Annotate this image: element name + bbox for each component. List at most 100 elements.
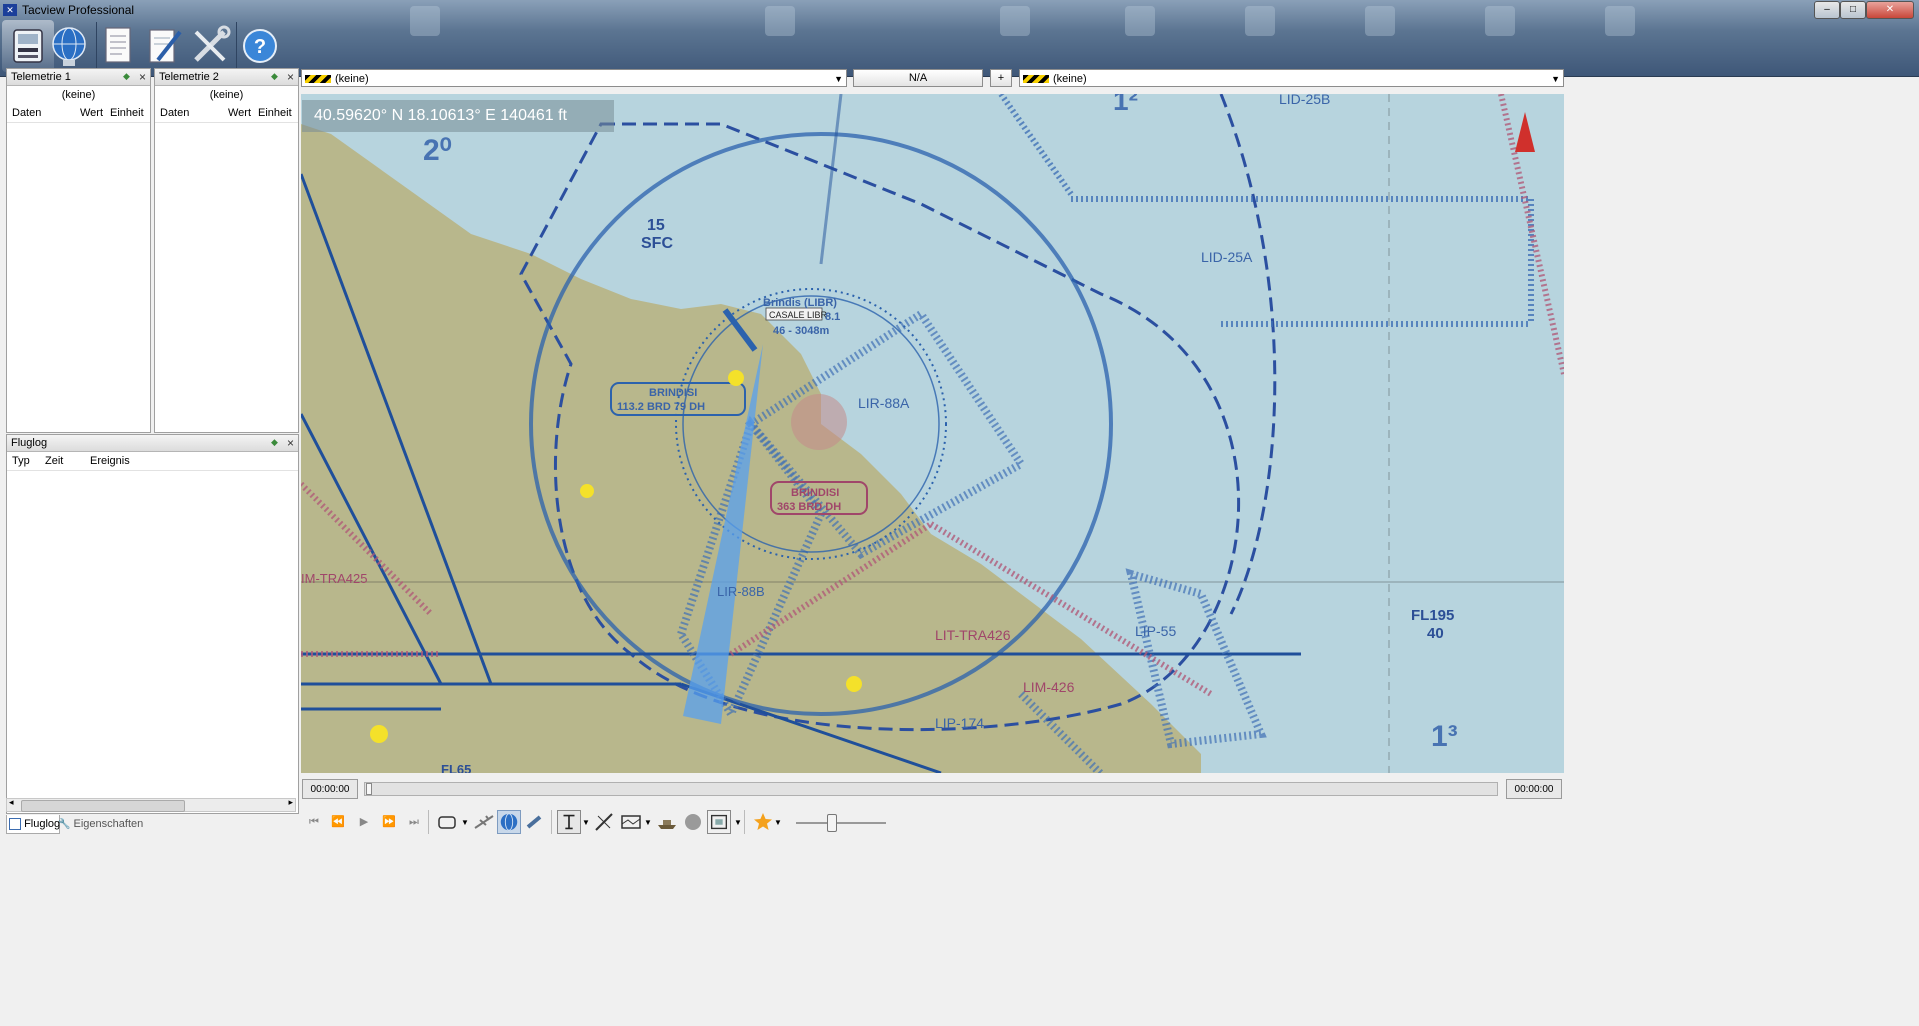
secondary-object-select[interactable]: (keine) ▼ [1019, 69, 1564, 87]
chevron-down-icon[interactable]: ▼ [734, 818, 742, 827]
aeronautical-chart[interactable]: CASALE LIBR 2⁰ 1² 1³ LID-25B LID-25A 15 … [301, 94, 1564, 773]
desktop-shortcut-icon [1000, 6, 1030, 36]
altitude-tool-button[interactable] [557, 810, 581, 834]
desktop-shortcut-icon [410, 6, 440, 36]
pin-icon[interactable]: ◆ [271, 438, 280, 447]
column-header[interactable]: Daten [155, 104, 223, 122]
airport-label: Brindis (LIBR) [763, 297, 837, 309]
panel-title: Telemetrie 2 [159, 71, 219, 83]
sphere-tool-button[interactable] [681, 810, 705, 834]
help-question-icon: ? [243, 29, 277, 63]
close-icon[interactable]: × [287, 435, 294, 451]
grid-label: 1³ [1431, 720, 1458, 753]
pin-icon[interactable]: ◆ [123, 72, 132, 81]
pin-icon[interactable]: ◆ [271, 72, 280, 81]
maximize-button[interactable]: □ [1840, 1, 1866, 19]
chevron-down-icon[interactable]: ▼ [582, 818, 590, 827]
minimize-button[interactable]: – [1814, 1, 1840, 19]
skip-start-icon[interactable]: ⏮ [304, 812, 324, 832]
chevron-down-icon[interactable]: ▼ [774, 818, 782, 827]
column-headers: Typ Zeit Ereignis [7, 452, 298, 471]
chevron-down-icon[interactable]: ▼ [461, 818, 469, 827]
north-arrow-icon [1515, 112, 1535, 152]
column-header[interactable]: Einheit [105, 104, 144, 122]
aircraft-view-button[interactable] [472, 810, 496, 834]
map-view[interactable]: CASALE LIBR 2⁰ 1² 1³ LID-25B LID-25A 15 … [301, 94, 1564, 773]
column-header[interactable]: Wert [75, 104, 105, 122]
globe-button[interactable] [43, 20, 95, 72]
desktop-shortcut-icon [1365, 6, 1395, 36]
scroll-left-icon[interactable]: ◂ [9, 797, 14, 808]
primary-object-select[interactable]: (keine) ▼ [301, 69, 847, 87]
telemetry-object[interactable]: (keine) [155, 86, 298, 104]
speed-slider-handle[interactable] [827, 814, 837, 832]
scrollbar-thumb[interactable] [21, 800, 185, 812]
close-window-button[interactable]: ✕ [1866, 1, 1914, 19]
tab-properties[interactable]: 🔧 Eigenschaften [58, 815, 143, 833]
timeline-handle[interactable] [366, 783, 372, 795]
timeline-slider[interactable] [364, 782, 1498, 796]
airport-label: 8.1 [825, 311, 840, 323]
add-button[interactable]: + [990, 69, 1012, 87]
close-icon[interactable]: × [139, 69, 146, 85]
speed-slider[interactable] [796, 822, 886, 824]
column-header[interactable]: Wert [223, 104, 253, 122]
documents-button[interactable] [92, 20, 144, 72]
chevron-down-icon: ▼ [834, 74, 843, 84]
selected-value: (keine) [335, 73, 369, 85]
tab-label: Eigenschaften [73, 818, 144, 830]
airport-label: 46 - 3048m [773, 325, 829, 337]
column-header[interactable]: Einheit [253, 104, 292, 122]
title-bar: ✕ Tacview Professional – □ ✕ ? [0, 0, 1919, 77]
airspace-label: LID-25B [1279, 94, 1330, 107]
horizontal-scrollbar[interactable]: ◂ ▸ [6, 797, 296, 812]
airspace-label: LIR-88A [858, 395, 910, 411]
star-icon [754, 813, 772, 830]
column-header[interactable]: Typ [7, 452, 40, 470]
desktop-shortcut-icon [1605, 6, 1635, 36]
play-icon[interactable]: ▶ [354, 812, 374, 832]
altitude-label: SFC [641, 235, 673, 252]
airspace-label: LID-25A [1201, 249, 1253, 265]
column-header[interactable]: Daten [7, 104, 75, 122]
tools-button[interactable] [184, 20, 236, 72]
panel-title: Telemetrie 1 [11, 71, 71, 83]
bookmarks-button[interactable] [751, 810, 775, 834]
desktop-shortcut-icon [1485, 6, 1515, 36]
globe-view-button[interactable] [497, 810, 521, 834]
chevron-down-icon[interactable]: ▼ [644, 818, 652, 827]
desktop-shortcut-icon [1245, 6, 1275, 36]
camera-icon [438, 816, 456, 829]
help-button[interactable]: ? [234, 20, 286, 72]
terrain-tool-button[interactable] [619, 810, 643, 834]
end-time[interactable]: 00:00:00 [1506, 779, 1562, 799]
close-icon[interactable]: × [287, 69, 294, 85]
column-header[interactable]: Ereignis [85, 452, 130, 470]
airspace-label: LIM-426 [1023, 679, 1075, 695]
chevron-down-icon: ▼ [1551, 74, 1560, 84]
airspace-label: IM-TRA425 [301, 571, 367, 586]
camera-mode-button[interactable] [436, 810, 460, 834]
column-header[interactable]: Zeit [40, 452, 85, 470]
ship-tool-button[interactable] [655, 810, 679, 834]
documents-icon [105, 27, 131, 63]
properties-icon: 🔧 [58, 819, 71, 830]
notepad-button[interactable] [138, 20, 190, 72]
vor-label: 113.2 BRD 79 DH [617, 401, 705, 413]
ndb-label: 363 BRD DH [777, 501, 841, 513]
distance-button[interactable]: N/A [853, 69, 983, 87]
toolbar-separator [744, 810, 745, 834]
scroll-right-icon[interactable]: ▸ [288, 797, 293, 808]
fast-forward-icon[interactable]: ⏩ [379, 812, 399, 832]
telemetry-object[interactable]: (keine) [7, 86, 150, 104]
flightlog-panel: Fluglog ◆ × Typ Zeit Ereignis [6, 434, 299, 814]
ruler-tool-button[interactable] [592, 810, 616, 834]
skip-end-icon[interactable]: ⏭ [404, 812, 424, 832]
start-time[interactable]: 00:00:00 [302, 779, 358, 799]
rewind-icon[interactable]: ⏪ [328, 812, 348, 832]
satellite-view-button[interactable] [523, 810, 547, 834]
display-options-button[interactable] [707, 810, 731, 834]
ruler-icon [595, 813, 613, 831]
tab-flightlog[interactable]: Fluglog [6, 815, 60, 834]
svg-text:?: ? [254, 36, 266, 58]
